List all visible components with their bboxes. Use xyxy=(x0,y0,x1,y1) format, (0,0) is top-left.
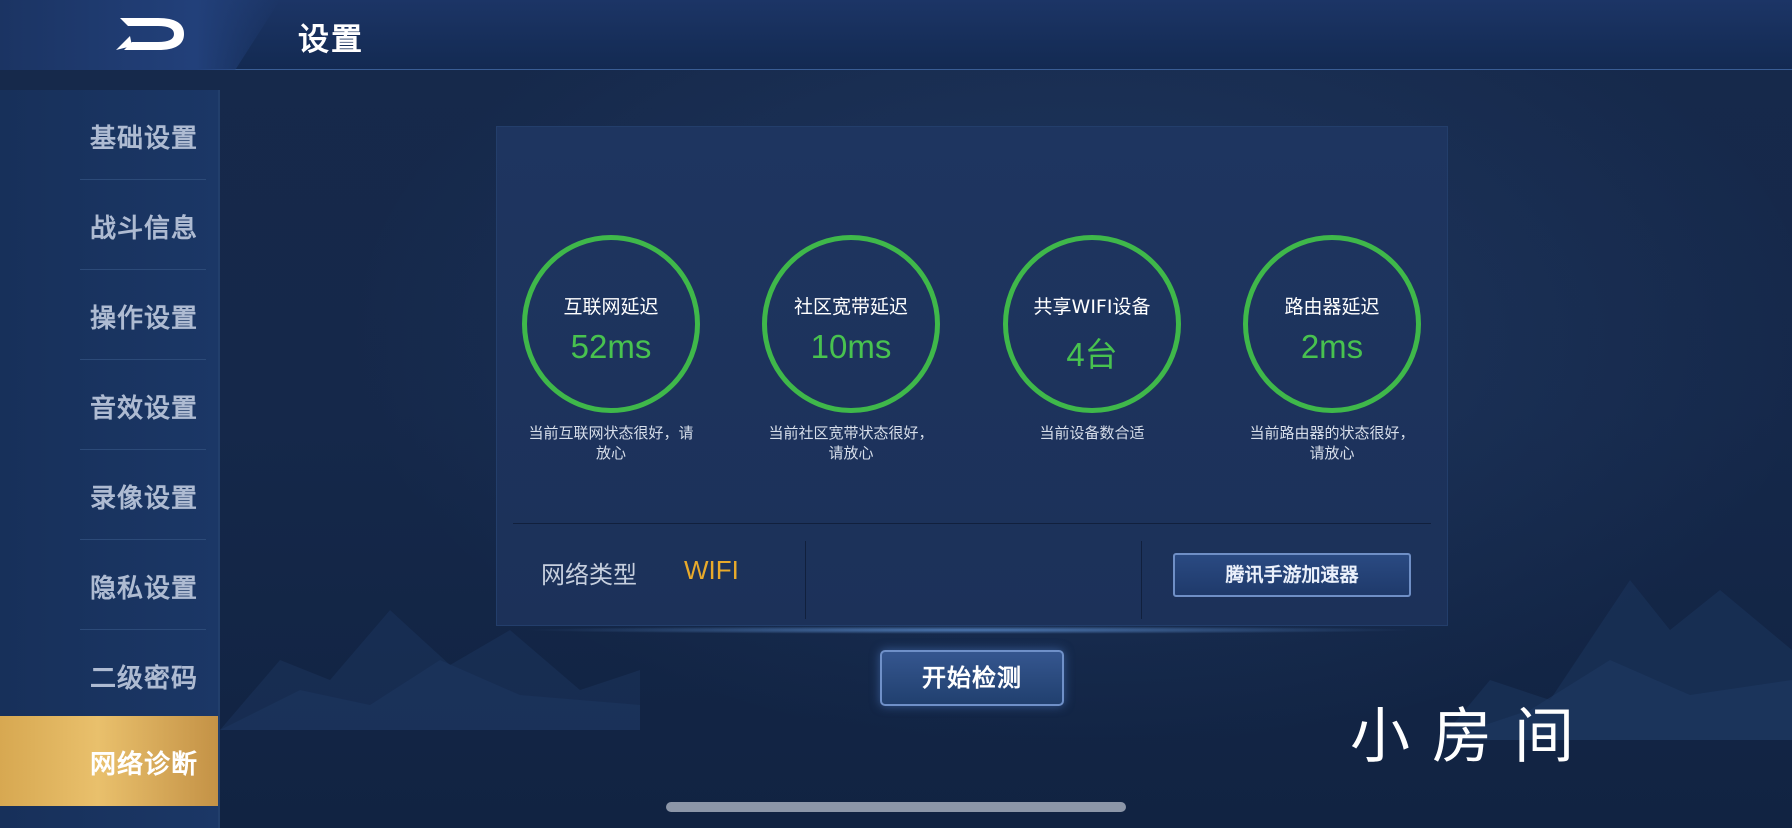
network-type-value: WIFI xyxy=(684,555,739,585)
panel-glow xyxy=(520,626,1420,634)
start-detection-button[interactable]: 开始检测 xyxy=(880,650,1064,706)
stat-label: 路由器延迟 xyxy=(1284,296,1380,318)
ring-indicator: 互联网延迟 52ms xyxy=(522,235,700,413)
stat-note: 当前设备数合适 xyxy=(1039,424,1145,442)
stat-label: 社区宽带延迟 xyxy=(793,296,908,318)
stat-label: 共享WIFI设备 xyxy=(1033,296,1151,318)
sidebar-item-label: 音效设置 xyxy=(90,394,199,424)
back-icon xyxy=(116,18,184,50)
sidebar-item-recording[interactable]: 录像设置 xyxy=(0,450,218,540)
sidebar: 基础设置 战斗信息 操作设置 音效设置 录像设置 隐私设置 二级密码 网络诊断 xyxy=(0,90,220,828)
network-diagnosis-panel: 互联网延迟 52ms 当前互联网状态很好，请放心 社区宽带延迟 10ms 当前社… xyxy=(496,126,1448,626)
stat-note: 当前互联网状态很好，请放心 xyxy=(528,424,694,462)
sidebar-item-label: 网络诊断 xyxy=(90,750,199,780)
sidebar-item-label: 二级密码 xyxy=(90,664,199,694)
sidebar-item-controls[interactable]: 操作设置 xyxy=(0,270,218,360)
stat-value: 10ms xyxy=(810,328,892,365)
watermark-text: 小房间 xyxy=(1350,702,1596,772)
ring-indicator: 社区宽带延迟 10ms xyxy=(762,235,940,413)
divider xyxy=(513,523,1431,524)
sidebar-item-network-diagnosis[interactable]: 网络诊断 xyxy=(0,716,218,806)
ring-indicator: 路由器延迟 2ms xyxy=(1243,235,1421,413)
stat-router-latency: 路由器延迟 2ms 当前路由器的状态很好，请放心 xyxy=(1242,235,1422,463)
stat-label: 互联网延迟 xyxy=(563,296,659,318)
stat-internet-latency: 互联网延迟 52ms 当前互联网状态很好，请放心 xyxy=(521,235,701,463)
sidebar-item-label: 录像设置 xyxy=(90,484,199,514)
sidebar-item-basic-settings[interactable]: 基础设置 xyxy=(0,90,218,180)
divider xyxy=(1141,541,1142,619)
sidebar-item-secondary-password[interactable]: 二级密码 xyxy=(0,630,218,720)
page-title: 设置 xyxy=(298,22,364,58)
back-button[interactable] xyxy=(114,12,190,56)
top-bar: 设置 xyxy=(0,0,1792,70)
sidebar-item-privacy[interactable]: 隐私设置 xyxy=(0,540,218,630)
stat-note: 当前路由器的状态很好，请放心 xyxy=(1249,424,1415,462)
sidebar-item-label: 基础设置 xyxy=(90,124,199,154)
divider xyxy=(805,541,806,619)
sidebar-item-audio[interactable]: 音效设置 xyxy=(0,360,218,450)
stat-note: 当前社区宽带状态很好，请放心 xyxy=(768,424,934,462)
sidebar-item-battle-info[interactable]: 战斗信息 xyxy=(0,180,218,270)
sidebar-item-label: 战斗信息 xyxy=(90,214,199,244)
stat-value: 2ms xyxy=(1300,328,1364,365)
sidebar-item-label: 操作设置 xyxy=(90,304,199,334)
sidebar-item-label: 隐私设置 xyxy=(90,574,199,604)
home-indicator[interactable] xyxy=(666,802,1126,812)
network-type-label: 网络类型 xyxy=(541,561,637,589)
stat-value: 52ms xyxy=(570,328,652,365)
tencent-accelerator-button[interactable]: 腾讯手游加速器 xyxy=(1173,553,1411,597)
ring-indicator: 共享WIFI设备 4台 xyxy=(1003,235,1181,413)
stat-community-broadband-latency: 社区宽带延迟 10ms 当前社区宽带状态很好，请放心 xyxy=(761,235,941,463)
stat-shared-wifi-devices: 共享WIFI设备 4台 当前设备数合适 xyxy=(1002,235,1182,443)
stat-value: 4台 xyxy=(1066,336,1118,373)
